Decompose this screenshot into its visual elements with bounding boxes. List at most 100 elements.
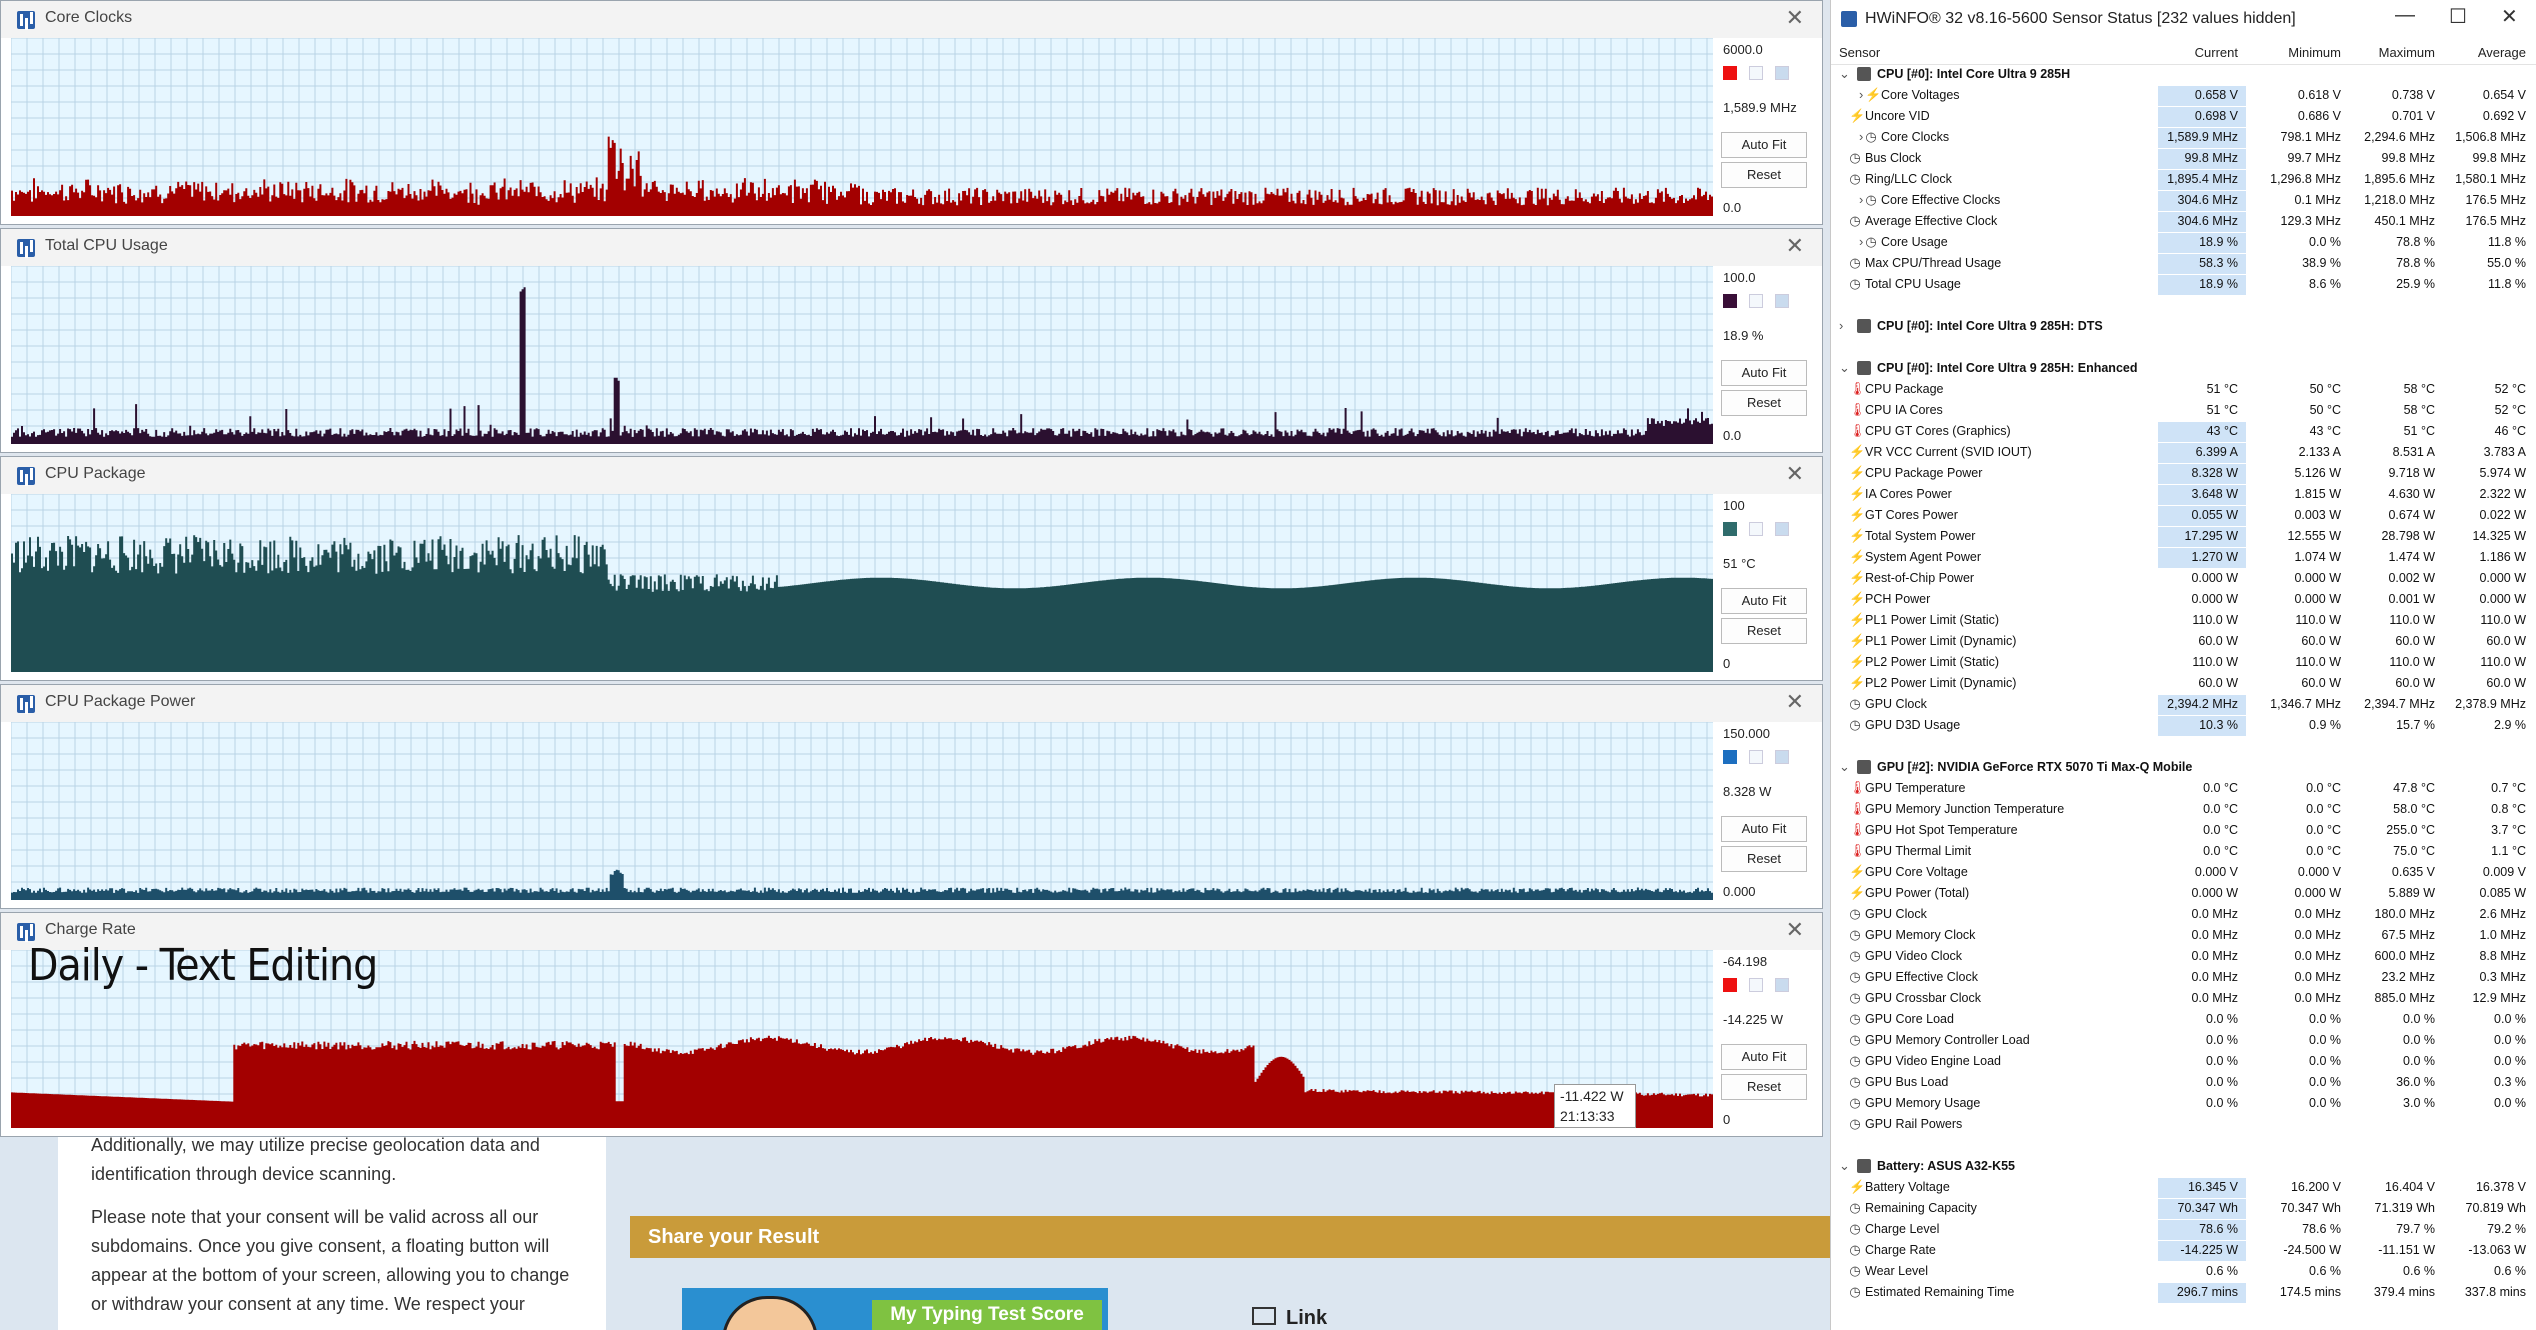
reset-button[interactable]: Reset	[1721, 846, 1807, 872]
expand-chevron-icon[interactable]: ⌄	[1839, 66, 1850, 82]
sensor-group-header[interactable]: › CPU [#0]: Intel Core Ultra 9 285H: DTS	[1831, 316, 2536, 337]
expand-chevron-icon[interactable]: ⌄	[1839, 360, 1850, 376]
graph-title-bar[interactable]: CPU Package Power ✕	[1, 685, 1822, 722]
column-minimum[interactable]: Minimum	[2281, 45, 2341, 60]
series-color-swatch[interactable]	[1723, 294, 1737, 308]
column-sensor[interactable]: Sensor	[1839, 45, 1880, 60]
sensor-row[interactable]: ⚡ GPU Power (Total) 0.000 W 0.000 W 5.889 W 0…	[1831, 883, 2536, 904]
background-color-swatch[interactable]	[1749, 522, 1763, 536]
graph-window-total-cpu-usage[interactable]: Total CPU Usage ✕ 100.0 18.9 % Auto Fit …	[0, 228, 1823, 453]
sensor-row[interactable]: › ⚡ Core Voltages 0.658 V 0.618 V 0.738 V 0.65…	[1831, 85, 2536, 106]
sensor-row[interactable]: ⚡ PCH Power 0.000 W 0.000 W 0.001 W 0.000 W	[1831, 589, 2536, 610]
sensor-row[interactable]: ◷ GPU Clock 0.0 MHz 0.0 MHz 180.0 MHz 2.6 MHz	[1831, 904, 2536, 925]
expand-chevron-icon[interactable]: ›	[1859, 129, 1863, 144]
sensor-row[interactable]: ◷ GPU D3D Usage 10.3 % 0.9 % 15.7 % 2.9 %	[1831, 715, 2536, 736]
reset-button[interactable]: Reset	[1721, 390, 1807, 416]
sensor-row[interactable]: ◷ GPU Memory Clock 0.0 MHz 0.0 MHz 67.5 MHz 1…	[1831, 925, 2536, 946]
sensor-row[interactable]: ◷ Ring/LLC Clock 1,895.4 MHz 1,296.8 MHz 1,8…	[1831, 169, 2536, 190]
auto-fit-button[interactable]: Auto Fit	[1721, 132, 1807, 158]
sensor-row[interactable]: ◷ Total CPU Usage 18.9 % 8.6 % 25.9 % 11.8 %	[1831, 274, 2536, 295]
close-icon[interactable]: ✕	[1786, 6, 1804, 31]
column-current[interactable]: Current	[2188, 45, 2238, 60]
maximize-icon[interactable]: ☐	[2449, 4, 2467, 29]
sensor-row[interactable]: ⚡ Total System Power 17.295 W 12.555 W 28.79…	[1831, 526, 2536, 547]
expand-chevron-icon[interactable]: ⌄	[1839, 1158, 1850, 1174]
sensor-row[interactable]: 🌡 CPU Package 51 °C 50 °C 58 °C 52 °C	[1831, 379, 2536, 400]
share-link[interactable]: Link	[1252, 1307, 1327, 1330]
graph-window-cpu-package[interactable]: CPU Package ✕ 100 51 °C Auto Fit Reset 0	[0, 456, 1823, 681]
auto-fit-button[interactable]: Auto Fit	[1721, 816, 1807, 842]
expand-chevron-icon[interactable]: ›	[1839, 318, 1843, 333]
close-icon[interactable]: ✕	[1786, 462, 1804, 487]
close-icon[interactable]: ✕	[1786, 690, 1804, 715]
sensor-group-header[interactable]: ⌄ CPU [#0]: Intel Core Ultra 9 285H: Enha…	[1831, 358, 2536, 379]
sensor-row[interactable]: ◷ GPU Video Clock 0.0 MHz 0.0 MHz 600.0 MHz 8…	[1831, 946, 2536, 967]
sensor-row[interactable]: ⚡ PL1 Power Limit (Static) 110.0 W 110.0 W 1…	[1831, 610, 2536, 631]
sensor-row[interactable]: ◷ GPU Bus Load 0.0 % 0.0 % 36.0 % 0.3 %	[1831, 1072, 2536, 1093]
sensor-group-header[interactable]: ⌄ Battery: ASUS A32-K55	[1831, 1156, 2536, 1177]
expand-chevron-icon[interactable]: ⌄	[1839, 759, 1850, 775]
sensor-row[interactable]: › ◷ Core Clocks 1,589.9 MHz 798.1 MHz 2,294.6…	[1831, 127, 2536, 148]
sensor-row[interactable]: 🌡 GPU Hot Spot Temperature 0.0 °C 0.0 °C 255…	[1831, 820, 2536, 841]
sensor-row[interactable]: ⚡ GPU Core Voltage 0.000 V 0.000 V 0.635 V 0.…	[1831, 862, 2536, 883]
graph-title-bar[interactable]: Total CPU Usage ✕	[1, 229, 1822, 266]
sensor-row[interactable]: ◷ GPU Clock 2,394.2 MHz 1,346.7 MHz 2,394.7 …	[1831, 694, 2536, 715]
sensor-group-header[interactable]: ⌄ CPU [#0]: Intel Core Ultra 9 285H	[1831, 64, 2536, 85]
background-color-swatch[interactable]	[1749, 978, 1763, 992]
close-icon[interactable]: ✕	[2501, 4, 2518, 29]
reset-button[interactable]: Reset	[1721, 618, 1807, 644]
grid-color-swatch[interactable]	[1775, 750, 1789, 764]
sensor-row[interactable]: ◷ GPU Memory Usage 0.0 % 0.0 % 3.0 % 0.0 %	[1831, 1093, 2536, 1114]
sensor-row[interactable]: › ◷ Core Effective Clocks 304.6 MHz 0.1 MHz 1…	[1831, 190, 2536, 211]
column-maximum[interactable]: Maximum	[2375, 45, 2435, 60]
grid-color-swatch[interactable]	[1775, 522, 1789, 536]
minimize-icon[interactable]: —	[2395, 4, 2415, 27]
sensor-row[interactable]: ◷ GPU Crossbar Clock 0.0 MHz 0.0 MHz 885.0 M…	[1831, 988, 2536, 1009]
sensor-row[interactable]: ◷ Charge Level 78.6 % 78.6 % 79.7 % 79.2 %	[1831, 1219, 2536, 1240]
sensor-row[interactable]: ◷ Max CPU/Thread Usage 58.3 % 38.9 % 78.8 % 5…	[1831, 253, 2536, 274]
sensor-row[interactable]: ⚡ IA Cores Power 3.648 W 1.815 W 4.630 W 2.32…	[1831, 484, 2536, 505]
sensor-row[interactable]: ◷ Charge Rate -14.225 W -24.500 W -11.151 W -…	[1831, 1240, 2536, 1261]
close-icon[interactable]: ✕	[1786, 234, 1804, 259]
sensor-row[interactable]: ◷ GPU Core Load 0.0 % 0.0 % 0.0 % 0.0 %	[1831, 1009, 2536, 1030]
sensor-row[interactable]: ⚡ Battery Voltage 16.345 V 16.200 V 16.404 V…	[1831, 1177, 2536, 1198]
grid-color-swatch[interactable]	[1775, 978, 1789, 992]
sensor-row[interactable]: ⚡ CPU Package Power 8.328 W 5.126 W 9.718 W 5…	[1831, 463, 2536, 484]
sensor-row[interactable]: ⚡ PL2 Power Limit (Dynamic) 60.0 W 60.0 W 60…	[1831, 673, 2536, 694]
expand-chevron-icon[interactable]: ›	[1859, 87, 1863, 102]
column-average[interactable]: Average	[2466, 45, 2526, 60]
sensor-row[interactable]: ◷ GPU Effective Clock 0.0 MHz 0.0 MHz 23.2 M…	[1831, 967, 2536, 988]
title-bar[interactable]: HWiNFO® 32 v8.16-5600 Sensor Status [232…	[1831, 0, 2536, 38]
typing-score-card[interactable]: My Typing Test Score	[682, 1288, 1108, 1330]
grid-color-swatch[interactable]	[1775, 66, 1789, 80]
sensor-row[interactable]: ◷ GPU Video Engine Load 0.0 % 0.0 % 0.0 % 0.0…	[1831, 1051, 2536, 1072]
sensor-row[interactable]: ⚡ PL1 Power Limit (Dynamic) 60.0 W 60.0 W 60…	[1831, 631, 2536, 652]
sensor-row[interactable]: ⚡ Uncore VID 0.698 V 0.686 V 0.701 V 0.692 V	[1831, 106, 2536, 127]
sensor-row[interactable]: ◷ GPU Memory Controller Load 0.0 % 0.0 % 0.0…	[1831, 1030, 2536, 1051]
series-color-swatch[interactable]	[1723, 66, 1737, 80]
sensor-row[interactable]: ◷ Estimated Remaining Time 296.7 mins 174.5…	[1831, 1282, 2536, 1303]
sensor-row[interactable]: ◷ Remaining Capacity 70.347 Wh 70.347 Wh 71.…	[1831, 1198, 2536, 1219]
sensor-row[interactable]: ⚡ GT Cores Power 0.055 W 0.003 W 0.674 W 0.02…	[1831, 505, 2536, 526]
series-color-swatch[interactable]	[1723, 978, 1737, 992]
sensor-row[interactable]: ⚡ Rest-of-Chip Power 0.000 W 0.000 W 0.002 W…	[1831, 568, 2536, 589]
sensor-row[interactable]: ◷ GPU Rail Powers	[1831, 1114, 2536, 1135]
close-icon[interactable]: ✕	[1786, 918, 1804, 943]
auto-fit-button[interactable]: Auto Fit	[1721, 588, 1807, 614]
auto-fit-button[interactable]: Auto Fit	[1721, 360, 1807, 386]
expand-chevron-icon[interactable]: ›	[1859, 192, 1863, 207]
background-color-swatch[interactable]	[1749, 750, 1763, 764]
grid-color-swatch[interactable]	[1775, 294, 1789, 308]
sensor-row[interactable]: › ◷ Core Usage 18.9 % 0.0 % 78.8 % 11.8 %	[1831, 232, 2536, 253]
sensor-row[interactable]: 🌡 CPU GT Cores (Graphics) 43 °C 43 °C 51 °C 4…	[1831, 421, 2536, 442]
reset-button[interactable]: Reset	[1721, 1074, 1807, 1100]
series-color-swatch[interactable]	[1723, 750, 1737, 764]
sensor-row[interactable]: ⚡ PL2 Power Limit (Static) 110.0 W 110.0 W 1…	[1831, 652, 2536, 673]
sensor-row[interactable]: ◷ Average Effective Clock 304.6 MHz 129.3 M…	[1831, 211, 2536, 232]
graph-window-core-clocks[interactable]: Core Clocks ✕ 6000.0 1,589.9 MHz Auto Fi…	[0, 0, 1823, 225]
background-color-swatch[interactable]	[1749, 294, 1763, 308]
sensor-row[interactable]: 🌡 GPU Thermal Limit 0.0 °C 0.0 °C 75.0 °C 1.1…	[1831, 841, 2536, 862]
reset-button[interactable]: Reset	[1721, 162, 1807, 188]
sensor-group-header[interactable]: ⌄ GPU [#2]: NVIDIA GeForce RTX 5070 Ti Ma…	[1831, 757, 2536, 778]
auto-fit-button[interactable]: Auto Fit	[1721, 1044, 1807, 1070]
